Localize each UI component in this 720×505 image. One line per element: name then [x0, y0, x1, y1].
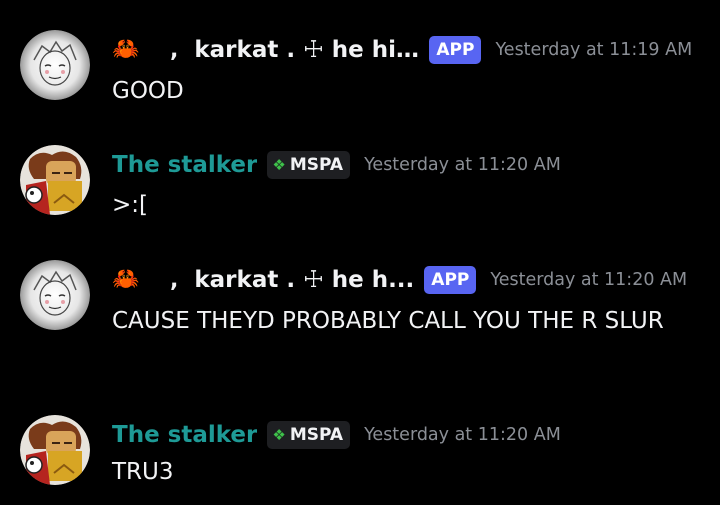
app-badge: APP: [424, 266, 477, 294]
timestamp[interactable]: Yesterday at 11:20 AM: [490, 270, 687, 290]
timestamp[interactable]: Yesterday at 11:20 AM: [364, 425, 561, 445]
timestamp[interactable]: Yesterday at 11:19 AM: [495, 40, 692, 60]
name-separator: ,: [170, 267, 179, 293]
character-avatar-icon: [20, 145, 90, 215]
message-header: 🦀 , karkat . ☩ he hi... APP Yesterday at…: [112, 32, 700, 68]
diamond-tag-icon: ❖: [272, 426, 286, 444]
app-badge: APP: [429, 36, 482, 64]
message-text: GOOD: [112, 78, 184, 104]
message-header: The stalker ❖ MSPA Yesterday at 11:20 AM: [112, 147, 700, 183]
avatar[interactable]: [20, 145, 90, 215]
message-header: 🦀 , karkat . ☩ he h... APP Yesterday at …: [112, 262, 700, 298]
username[interactable]: The stalker: [112, 422, 257, 448]
crab-icon: 🦀: [112, 37, 140, 62]
server-tag-label: MSPA: [289, 155, 344, 175]
message-header: The stalker ❖ MSPA Yesterday at 11:20 AM: [112, 417, 700, 453]
message-text: CAUSE THEYD PROBABLY CALL YOU THE R SLUR: [112, 308, 664, 334]
sketch-avatar-icon: [20, 30, 90, 100]
timestamp[interactable]: Yesterday at 11:20 AM: [364, 155, 561, 175]
avatar[interactable]: [20, 30, 90, 100]
message-text: TRU3: [112, 459, 174, 485]
avatar[interactable]: [20, 415, 90, 485]
message-list: 🦀 , karkat . ☩ he hi... APP Yesterday at…: [0, 0, 720, 505]
server-tag-label: MSPA: [289, 425, 344, 445]
name-separator: ,: [170, 37, 179, 63]
username[interactable]: karkat . ☩ he h...: [194, 267, 414, 293]
server-tag-badge[interactable]: ❖ MSPA: [267, 151, 351, 179]
character-avatar-icon: [20, 415, 90, 485]
username[interactable]: The stalker: [112, 152, 257, 178]
username[interactable]: karkat . ☩ he hi...: [194, 37, 419, 63]
avatar[interactable]: [20, 260, 90, 330]
diamond-tag-icon: ❖: [272, 156, 286, 174]
message-text: >:[: [112, 192, 148, 218]
crab-icon: 🦀: [112, 267, 140, 292]
server-tag-badge[interactable]: ❖ MSPA: [267, 421, 351, 449]
sketch-avatar-icon: [20, 260, 90, 330]
